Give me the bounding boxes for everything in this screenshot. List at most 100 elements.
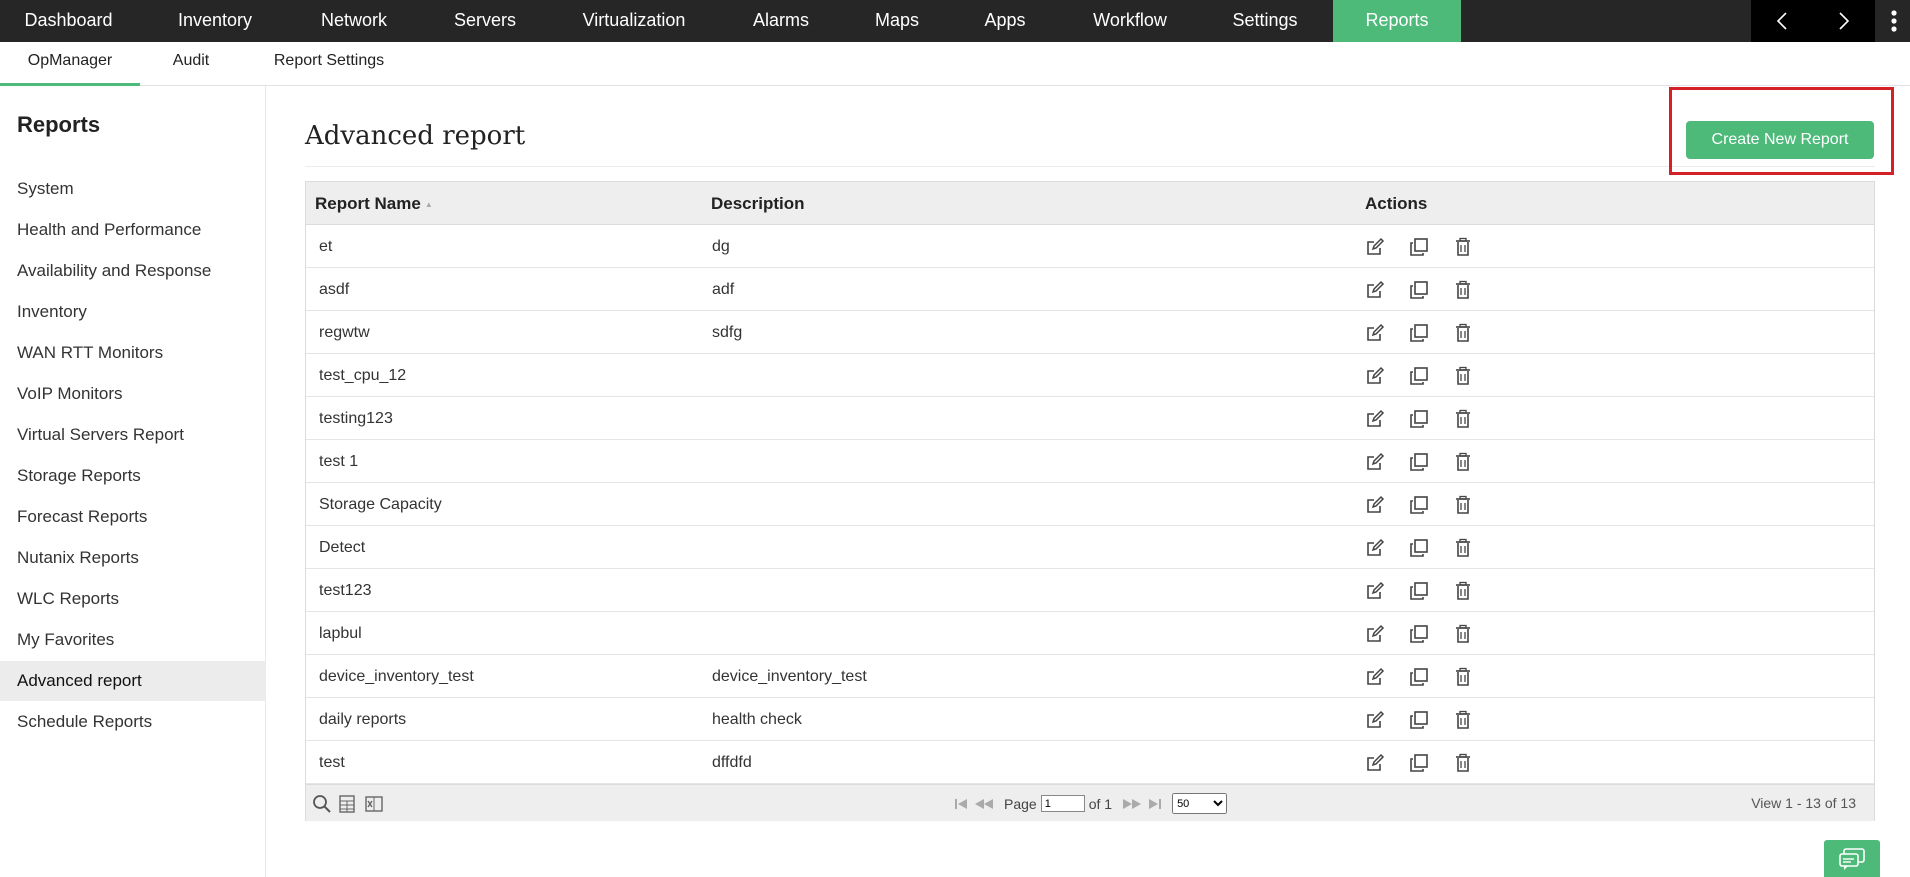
edit-icon[interactable] [1364, 236, 1386, 258]
edit-icon[interactable] [1364, 322, 1386, 344]
page-size-select[interactable]: 50 [1172, 793, 1228, 814]
nav-tab-virtualization[interactable]: Virtualization [555, 0, 713, 42]
sub-nav: OpManager Audit Report Settings [0, 42, 1910, 86]
sidebar-item-system[interactable]: System [0, 169, 266, 209]
more-vertical-icon[interactable] [1878, 0, 1910, 42]
sidebar-item-favorites[interactable]: My Favorites [0, 620, 266, 660]
sidebar-item-wlc[interactable]: WLC Reports [0, 579, 266, 619]
nav-tab-dashboard[interactable]: Dashboard [0, 0, 137, 42]
edit-icon[interactable] [1364, 365, 1386, 387]
copy-icon[interactable] [1408, 408, 1430, 430]
nav-tab-apps[interactable]: Apps [945, 0, 1065, 42]
sidebar-item-storage[interactable]: Storage Reports [0, 456, 266, 496]
report-name-cell[interactable]: testing123 [319, 397, 393, 440]
copy-icon[interactable] [1408, 709, 1430, 731]
trash-icon[interactable] [1452, 279, 1474, 301]
header-report-name[interactable]: Report Name ▲ [315, 182, 433, 226]
report-name-cell[interactable]: asdf [319, 268, 349, 311]
report-name-cell[interactable]: device_inventory_test [319, 655, 474, 698]
nav-tab-workflow[interactable]: Workflow [1065, 0, 1195, 42]
nav-tab-reports[interactable]: Reports [1333, 0, 1461, 42]
sub-tab-report-settings[interactable]: Report Settings [262, 42, 396, 86]
trash-icon[interactable] [1452, 408, 1474, 430]
sidebar-item-health-performance[interactable]: Health and Performance [0, 210, 266, 250]
report-name-cell[interactable]: test 1 [319, 440, 358, 483]
sidebar-item-voip[interactable]: VoIP Monitors [0, 374, 266, 414]
edit-icon[interactable] [1364, 279, 1386, 301]
report-name-cell[interactable]: test123 [319, 569, 371, 612]
sidebar-item-nutanix[interactable]: Nutanix Reports [0, 538, 266, 578]
edit-icon[interactable] [1364, 666, 1386, 688]
last-page-icon[interactable] [1148, 797, 1162, 811]
trash-icon[interactable] [1452, 580, 1474, 602]
copy-icon[interactable] [1408, 623, 1430, 645]
copy-icon[interactable] [1408, 236, 1430, 258]
copy-icon[interactable] [1408, 451, 1430, 473]
table-footer: Page of 1 50 View 1 - 13 of 13 [306, 784, 1874, 821]
copy-icon[interactable] [1408, 279, 1430, 301]
trash-icon[interactable] [1452, 451, 1474, 473]
copy-icon[interactable] [1408, 666, 1430, 688]
report-name-cell[interactable]: test [319, 741, 345, 784]
sidebar-item-virtual-servers[interactable]: Virtual Servers Report [0, 415, 266, 455]
report-name-cell[interactable]: test_cpu_12 [319, 354, 406, 397]
report-name-cell[interactable]: regwtw [319, 311, 370, 354]
nav-tab-maps[interactable]: Maps [849, 0, 945, 42]
edit-icon[interactable] [1364, 494, 1386, 516]
copy-icon[interactable] [1408, 494, 1430, 516]
chat-icon[interactable] [1824, 840, 1880, 877]
page-number-input[interactable] [1040, 795, 1085, 812]
trash-icon[interactable] [1452, 666, 1474, 688]
edit-icon[interactable] [1364, 623, 1386, 645]
trash-icon[interactable] [1452, 365, 1474, 387]
sidebar-item-advanced-report[interactable]: Advanced report [0, 661, 266, 701]
sidebar-item-forecast[interactable]: Forecast Reports [0, 497, 266, 537]
edit-icon[interactable] [1364, 451, 1386, 473]
prev-page-icon[interactable] [974, 797, 994, 811]
next-page-icon[interactable] [1122, 797, 1142, 811]
chevron-right-icon[interactable] [1813, 0, 1875, 42]
edit-icon[interactable] [1364, 408, 1386, 430]
create-new-report-button[interactable]: Create New Report [1686, 121, 1874, 159]
csv-icon[interactable] [338, 794, 358, 814]
table-row: test123 [306, 569, 1874, 612]
table-row: et dg [306, 225, 1874, 268]
report-name-cell[interactable]: et [319, 225, 332, 268]
edit-icon[interactable] [1364, 752, 1386, 774]
trash-icon[interactable] [1452, 709, 1474, 731]
edit-icon[interactable] [1364, 709, 1386, 731]
report-name-cell[interactable]: Detect [319, 526, 365, 569]
nav-tab-alarms[interactable]: Alarms [713, 0, 849, 42]
nav-tab-inventory[interactable]: Inventory [137, 0, 293, 42]
nav-tab-settings[interactable]: Settings [1195, 0, 1335, 42]
row-actions [1364, 354, 1496, 397]
chevron-left-icon[interactable] [1751, 0, 1813, 42]
trash-icon[interactable] [1452, 752, 1474, 774]
trash-icon[interactable] [1452, 494, 1474, 516]
copy-icon[interactable] [1408, 322, 1430, 344]
sub-tab-audit[interactable]: Audit [140, 42, 242, 86]
sidebar-item-schedule-reports[interactable]: Schedule Reports [0, 702, 266, 742]
excel-icon[interactable] [364, 794, 384, 814]
sidebar-item-inventory[interactable]: Inventory [0, 292, 266, 332]
report-name-cell[interactable]: daily reports [319, 698, 406, 741]
nav-tab-servers[interactable]: Servers [415, 0, 555, 42]
copy-icon[interactable] [1408, 752, 1430, 774]
sidebar-item-wan-rtt[interactable]: WAN RTT Monitors [0, 333, 266, 373]
trash-icon[interactable] [1452, 537, 1474, 559]
report-name-cell[interactable]: lapbul [319, 612, 362, 655]
copy-icon[interactable] [1408, 537, 1430, 559]
copy-icon[interactable] [1408, 580, 1430, 602]
nav-tab-network[interactable]: Network [293, 0, 415, 42]
sub-tab-opmanager[interactable]: OpManager [0, 42, 140, 86]
edit-icon[interactable] [1364, 580, 1386, 602]
first-page-icon[interactable] [954, 797, 968, 811]
edit-icon[interactable] [1364, 537, 1386, 559]
report-name-cell[interactable]: Storage Capacity [319, 483, 442, 526]
trash-icon[interactable] [1452, 322, 1474, 344]
trash-icon[interactable] [1452, 623, 1474, 645]
search-icon[interactable] [312, 794, 332, 814]
sidebar-item-availability-response[interactable]: Availability and Response [0, 251, 266, 291]
trash-icon[interactable] [1452, 236, 1474, 258]
copy-icon[interactable] [1408, 365, 1430, 387]
